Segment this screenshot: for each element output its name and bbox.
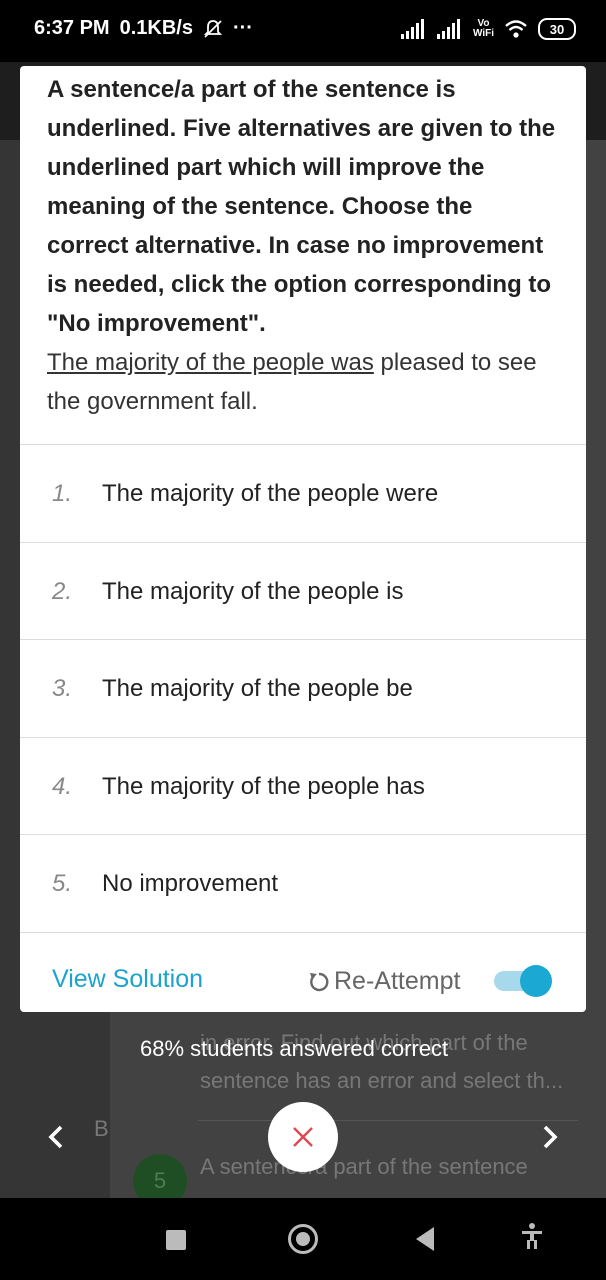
signal-icon [400,19,424,39]
option-4[interactable]: 4. The majority of the people has [20,737,586,835]
recents-button[interactable] [166,1230,186,1250]
reattempt-button[interactable]: Re-Attempt [308,967,460,996]
background-divider [198,1120,578,1121]
refresh-icon [310,972,329,991]
network-speed: 0.1KB/s [119,17,193,39]
option-5[interactable]: 5. No improvement [20,834,586,932]
signal-icon-2 [436,19,460,39]
chevron-left-icon[interactable] [46,1124,66,1150]
option-number: 2. [52,577,73,605]
question-instruction: A sentence/a part of the sentence is und… [47,76,556,337]
option-1[interactable]: 1. The majority of the people were [20,444,586,542]
close-icon [293,1127,313,1147]
background-next-question-text: A sentence/a part of the sentence [200,1154,528,1179]
option-3[interactable]: 3. The majority of the people be [20,639,586,737]
card-footer: View Solution Re-Attempt [20,932,586,1012]
background-partial-line-2: sentence has an error and select th... [200,1068,564,1093]
status-right: Vo WiFi 30 [400,18,576,40]
battery-icon: 30 [538,18,576,40]
option-text: The majority of the people were [102,479,439,507]
option-text: The majority of the people is [102,577,404,605]
background-left-letter: B [94,1116,109,1141]
close-button[interactable] [268,1102,338,1172]
vowifi-icon: Vo WiFi [472,18,494,39]
reattempt-label: Re-Attempt [334,967,461,995]
system-nav-bar [0,1198,606,1280]
accessibility-icon[interactable] [520,1222,544,1250]
option-2[interactable]: 2. The majority of the people is [20,542,586,640]
reattempt-toggle[interactable] [494,965,552,997]
option-number: 4. [52,772,73,800]
home-button[interactable] [288,1224,318,1254]
home-icon [296,1232,310,1246]
toggle-knob [520,965,552,997]
underlined-part: The majority of the people was [47,349,374,376]
wifi-icon [505,20,527,38]
option-text: No improvement [102,869,279,897]
option-text: The majority of the people be [102,674,413,702]
option-number: 5. [52,869,73,897]
more-status-icon: ··· [232,17,253,39]
status-bar: 6:37 PM 0.1KB/s ··· Vo WiFi 30 [0,0,606,62]
status-time: 6:37 PM [34,17,110,39]
question-card: A sentence/a part of the sentence is und… [20,66,586,1012]
option-number: 1. [52,479,73,507]
answered-correct-stat: 68% students answered correct [140,1036,449,1061]
option-number: 3. [52,674,73,702]
status-left: 6:37 PM 0.1KB/s ··· [34,17,253,40]
view-solution-link[interactable]: View Solution [52,965,203,994]
question-body: A sentence/a part of the sentence is und… [20,66,586,444]
mute-notification-icon [203,19,223,38]
option-text: The majority of the people has [102,772,425,800]
chevron-right-icon[interactable] [540,1124,560,1150]
question-sentence: The majority of the people was pleased t… [47,343,560,421]
back-button[interactable] [416,1227,434,1251]
